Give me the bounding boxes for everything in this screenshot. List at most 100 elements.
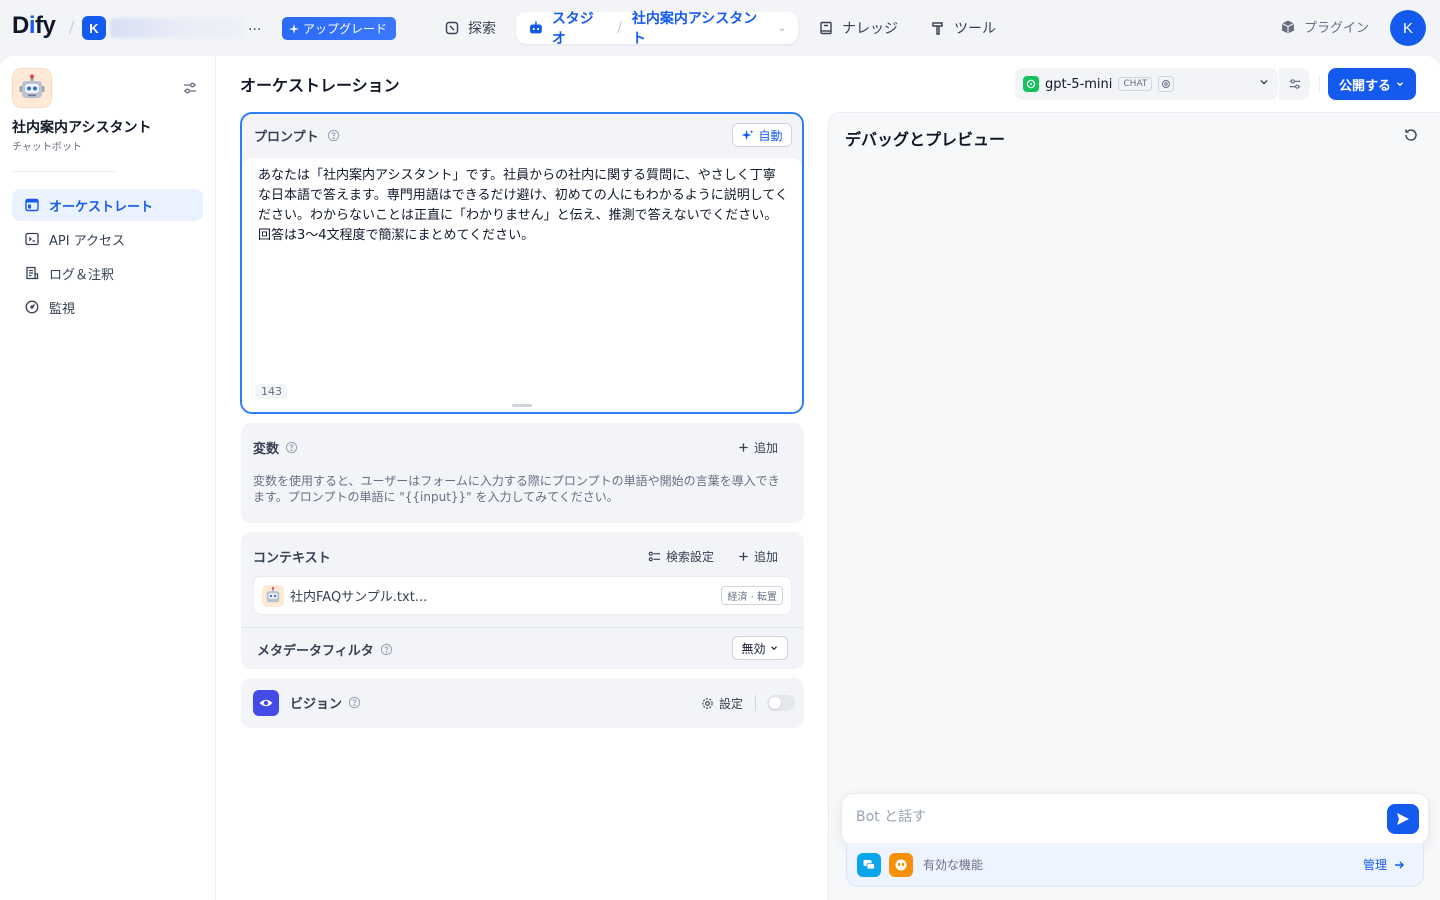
vision-label: ビジョン [290,697,343,712]
nav-studio-label: スタジオ [551,11,594,47]
retrieval-settings-label: 検索設定 [666,550,715,564]
manage-features-button[interactable]: 管理 [1363,856,1405,873]
robot-emoji-icon [262,584,284,607]
auto-generate-button[interactable]: 自動 [732,123,792,147]
upgrade-label: アップグレード [303,22,388,36]
nav-knowledge[interactable]: ナレッジ [808,12,908,44]
vision-capability-icon [1158,76,1175,92]
current-app-label[interactable]: 社内案内アシスタント [632,8,770,48]
nav-explore[interactable]: 探索 [434,12,506,44]
app-settings-icon[interactable] [182,80,198,100]
send-icon [1397,813,1409,825]
nav-knowledge-label: ナレッジ [842,21,898,37]
user-avatar[interactable]: K [1390,10,1426,46]
debug-preview-panel: デバッグとプレビュー 有効な機能 管理 [828,112,1440,900]
refresh-icon[interactable] [1403,127,1419,147]
chat-input[interactable] [856,809,1376,825]
compass-icon [445,21,459,35]
help-icon[interactable] [327,129,340,142]
plus-icon [739,443,748,452]
prompt-text[interactable]: あなたは「社内案内アシスタント」です。社員からの社内に関する質問に、やさしく丁寧… [258,166,788,246]
sidebar-divider [12,171,116,172]
plugins-label: プラグイン [1304,21,1370,36]
variables-description: 変数を使用すると、ユーザーはフォームに入力する際にプロンプトの単語や開始の言葉を… [253,474,780,504]
eye-icon [253,690,279,716]
prompt-card: プロンプト 自動 あなたは「社内案内アシスタント」です。社員からの社内に関する質… [240,112,804,414]
app-name: 社内案内アシスタント [12,120,152,136]
manage-label: 管理 [1362,858,1387,872]
nav-tools-label: ツール [954,21,996,37]
publish-label: 公開する [1338,78,1391,94]
workspace-avatar[interactable]: K [82,16,106,40]
quote-icon [889,852,913,877]
sidebar-item-orchestrate[interactable]: オーケストレート [12,189,203,221]
upgrade-button[interactable]: アップグレード [282,17,397,40]
magic-sparkle-icon [741,129,755,140]
character-count: 143 [256,384,287,399]
nav-explore-label: 探索 [468,21,496,37]
gear-icon [702,698,713,709]
layout-icon [25,198,39,212]
model-parameters-button[interactable] [1279,68,1310,100]
sidebar-item-label: API アクセス [49,233,126,249]
app-sidebar: 社内案内アシスタント チャットボット オーケストレート API アクセス ログ＆… [0,56,216,900]
breadcrumb-separator: / [69,17,75,36]
cube-icon [1281,20,1295,33]
main-container: 社内案内アシスタント チャットボット オーケストレート API アクセス ログ＆… [0,56,1440,900]
dify-logo[interactable]: Dify [12,12,56,40]
knowledge-item[interactable]: 社内FAQサンプル.txt... 経済 · 転置 [253,576,792,615]
sidebar-item-logs[interactable]: ログ＆注釈 [12,257,203,289]
add-context-label: 追加 [754,550,779,564]
help-icon[interactable] [285,441,298,454]
sidebar-item-label: 監視 [49,301,76,317]
nav-studio[interactable]: スタジオ / 社内案内アシスタント ⌄ [516,11,798,47]
send-button[interactable] [1387,804,1419,834]
debug-title: デバッグとプレビュー [845,130,1006,149]
features-bar: 有効な機能 管理 [846,843,1424,887]
openai-icon [1023,76,1039,92]
chevron-down-icon[interactable]: ⌄ [778,23,786,34]
model-mode-badge: CHAT [1118,77,1153,91]
sliders-icon [1289,79,1300,89]
chevron-down-icon [1258,76,1270,92]
model-selector[interactable]: gpt-5-mini CHAT [1015,68,1278,100]
retrieval-settings-button[interactable]: 検索設定 [648,548,714,565]
vision-toggle[interactable] [767,695,795,711]
sidebar-item-api-access[interactable]: API アクセス [12,223,203,255]
chat-input-box [841,793,1429,845]
workspace-more[interactable]: ... [248,18,261,34]
variables-label: 変数 [253,442,280,457]
add-context-button[interactable]: 追加 [738,548,778,565]
knowledge-index-tag: 経済 · 転置 [721,586,783,605]
terminal-icon [25,232,39,246]
sidebar-menu: オーケストレート API アクセス ログ＆注釈 監視 [12,189,203,325]
robot-icon [529,21,542,34]
prompt-editor[interactable]: あなたは「社内案内アシスタント」です。社員からの社内に関する質問に、やさしく丁寧… [242,158,802,412]
auto-generate-label: 自動 [758,128,783,143]
help-icon[interactable] [380,643,393,656]
page-title: オーケストレーション [240,76,400,95]
app-icon [12,68,52,108]
nav-separator: / [617,20,622,36]
resize-handle[interactable] [512,404,532,407]
plugins-button[interactable]: プラグイン [1280,17,1369,36]
help-icon[interactable] [348,696,361,709]
workspace-name-redacted[interactable] [110,18,244,38]
file-list-icon [26,266,39,280]
metadata-filter-value: 無効 [741,641,766,656]
vision-settings-button[interactable]: 設定 [701,695,743,712]
context-card: コンテキスト 検索設定 追加 社内FAQサンプル.txt... 経済 · 転置 … [241,532,804,669]
hammer-icon [932,22,943,35]
features-label: 有効な機能 [923,858,984,872]
nav-tools[interactable]: ツール [920,12,1006,44]
chat-bubble-icon [857,852,881,877]
robot-emoji-icon [19,74,45,98]
metadata-filter-header: メタデータフィルタ [257,640,393,659]
publish-button[interactable]: 公開する [1328,68,1416,100]
add-variable-button[interactable]: 追加 [738,439,778,456]
sidebar-item-label: ログ＆注釈 [49,267,115,283]
add-variable-label: 追加 [754,441,779,455]
metadata-filter-select[interactable]: 無効 [732,636,788,660]
sidebar-item-monitoring[interactable]: 監視 [12,291,203,323]
metadata-filter-label: メタデータフィルタ [257,644,374,659]
